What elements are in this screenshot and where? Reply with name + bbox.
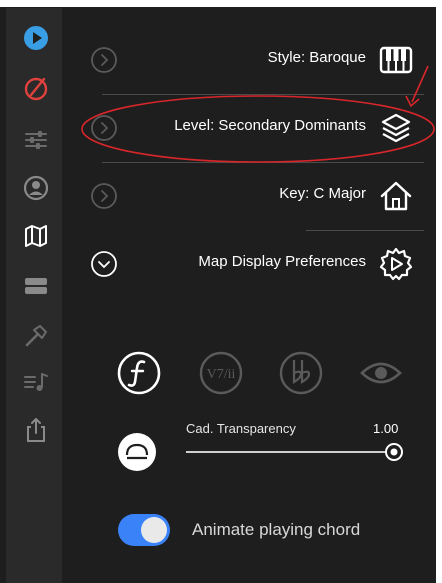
metronome-icon[interactable] [20, 72, 52, 104]
music-list-icon[interactable] [20, 366, 52, 398]
cadence-icon [125, 443, 149, 460]
key-row[interactable]: Key: C Major [84, 168, 424, 224]
cad-transparency-value: 1.00 [373, 421, 399, 436]
annotation-arrow-icon [405, 65, 429, 108]
share-icon[interactable] [20, 414, 52, 446]
right-border [436, 0, 442, 583]
chevron-right-icon[interactable] [90, 46, 118, 74]
secondary-v7-icon[interactable]: V7/ii [198, 350, 244, 396]
play-icon[interactable] [20, 22, 52, 54]
eye-icon[interactable] [358, 350, 404, 396]
home-icon [380, 181, 412, 211]
level-row[interactable]: Level: Secondary Dominants [84, 100, 424, 156]
divider [306, 230, 424, 231]
key-label: Key: C Major [279, 185, 366, 202]
slider-thumb[interactable] [384, 442, 404, 462]
map-icon[interactable] [20, 220, 52, 252]
map-prefs-row[interactable]: Map Display Preferences [84, 236, 424, 292]
map-prefs-label: Map Display Preferences [198, 253, 366, 270]
toggle-knob [141, 517, 167, 543]
style-label: Style: Baroque [267, 49, 366, 66]
sidebar [6, 8, 62, 583]
svg-text:V7/ii: V7/ii [207, 367, 236, 382]
animate-label: Animate playing chord [192, 520, 361, 539]
chevron-right-icon[interactable] [90, 182, 118, 210]
app-window: Style: Baroque Level: Secondary Dominant… [0, 0, 442, 583]
cad-transparency-label: Cad. Transparency [186, 421, 296, 436]
cad-transparency-slider[interactable] [186, 451, 392, 453]
divider [102, 162, 424, 163]
top-border [0, 0, 442, 7]
animate-toggle[interactable] [118, 514, 170, 546]
cadence-button[interactable] [118, 433, 156, 471]
divider [102, 94, 424, 95]
hammer-icon[interactable] [20, 320, 52, 352]
style-row[interactable]: Style: Baroque [84, 32, 424, 88]
function-f-icon[interactable] [116, 350, 162, 396]
sliders-icon[interactable] [20, 124, 52, 156]
chevron-down-icon[interactable] [90, 250, 118, 278]
gear-play-icon [379, 247, 413, 281]
stack-icon [381, 113, 411, 143]
level-label: Level: Secondary Dominants [174, 117, 366, 134]
double-flat-icon[interactable] [278, 350, 324, 396]
chevron-right-icon[interactable] [90, 114, 118, 142]
profile-icon[interactable] [20, 172, 52, 204]
layers-bar-icon[interactable] [20, 270, 52, 302]
